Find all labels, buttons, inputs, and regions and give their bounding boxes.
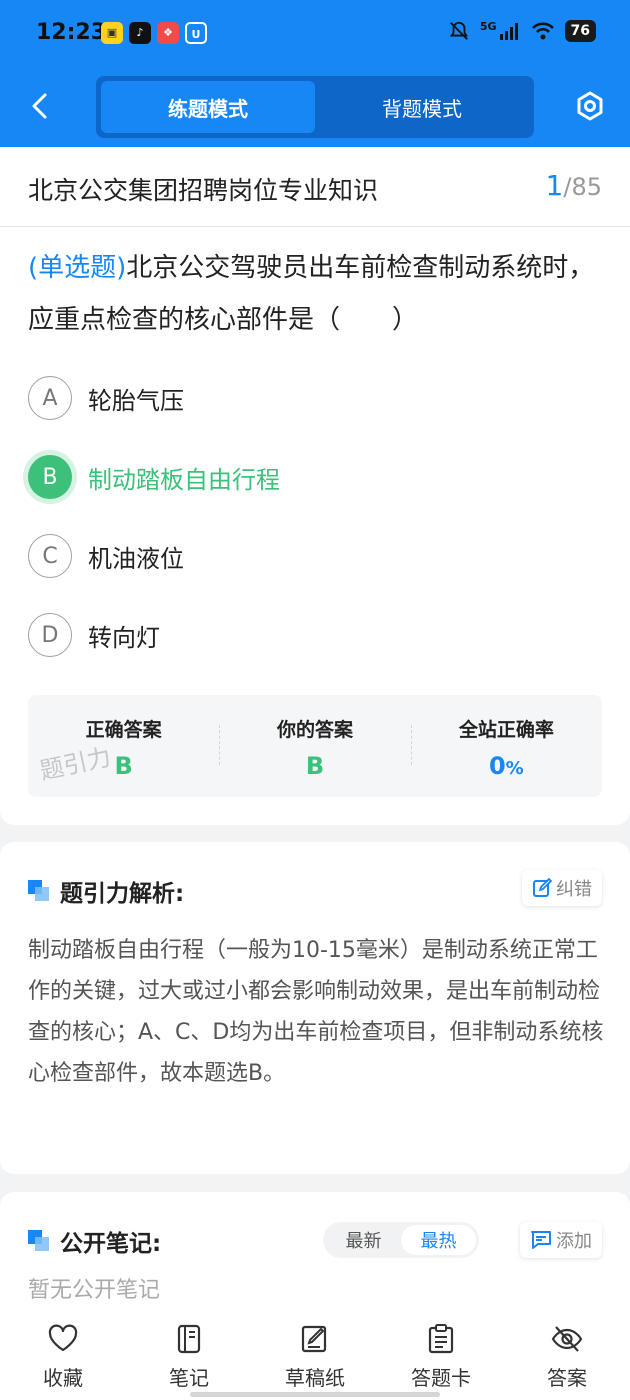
correct-answer-label: 正确答案 (85, 719, 162, 741)
notes-sort-switch: 最新 最热 (323, 1222, 479, 1258)
gear-icon (577, 91, 603, 121)
your-answer-label: 你的答案 (276, 719, 353, 741)
draft-button[interactable]: 草稿纸 (252, 1312, 378, 1400)
report-error-button[interactable]: 纠错 (522, 870, 602, 906)
mute-bell-icon (449, 21, 468, 40)
tab-memorize-mode[interactable]: 背题模式 (315, 81, 529, 133)
option-a[interactable]: A 轮胎气压 (28, 375, 588, 421)
analysis-card: 题引力解析: 纠错 制动踏板自由行程（一般为10-15毫米）是制动系统正常工作的… (0, 842, 630, 1174)
add-note-label: 添加 (556, 1231, 592, 1252)
site-accuracy-value: 0% (411, 752, 602, 780)
your-answer: 你的答案 B (219, 695, 410, 797)
option-letter: A (28, 376, 72, 420)
add-note-button[interactable]: 添加 (520, 1222, 602, 1258)
status-time: 12:23 (36, 20, 107, 45)
analysis-title: 题引力解析: (28, 874, 184, 908)
sort-hottest[interactable]: 最热 (401, 1225, 476, 1255)
signal-icon (499, 23, 518, 40)
show-answer-button[interactable]: 答案 (504, 1312, 630, 1400)
answer-sheet-button[interactable]: 答题卡 (378, 1312, 504, 1400)
notes-title-text: 公开笔记: (60, 1231, 162, 1257)
notification-icons: ▣ ♪ ❖ U (101, 22, 207, 44)
notes-label: 笔记 (169, 1366, 209, 1390)
favorite-button[interactable]: 收藏 (0, 1312, 126, 1400)
section-icon (28, 880, 50, 902)
question-type: (单选题) (28, 253, 127, 283)
site-accuracy-label: 全站正确率 (458, 719, 554, 741)
tiktok-icon: ♪ (129, 22, 151, 44)
site-accuracy: 全站正确率 0% (410, 695, 602, 797)
exam-title: 北京公交集团招聘岗位专业知识 (28, 176, 379, 205)
chevron-left-icon (32, 93, 47, 119)
heart-icon (48, 1324, 78, 1352)
option-b[interactable]: B 制动踏板自由行程 (28, 454, 588, 500)
message-icon (531, 1231, 551, 1249)
accuracy-number: 0 (488, 752, 506, 780)
analysis-text: 制动踏板自由行程（一般为10-15毫米）是制动系统正常工作的关键，过大或过小都会… (28, 938, 604, 1086)
option-d[interactable]: D 转向灯 (28, 612, 588, 658)
option-text: 轮胎气压 (88, 386, 184, 415)
app-notification-icon: U (185, 22, 207, 44)
sort-newest[interactable]: 最新 (326, 1225, 401, 1255)
mode-switch: 练题模式 背题模式 (96, 76, 534, 138)
notes-button[interactable]: 笔记 (126, 1312, 252, 1400)
option-text: 制动踏板自由行程 (88, 465, 280, 494)
bottom-toolbar: 收藏 笔记 草稿纸 答题卡 答案 (0, 1312, 630, 1400)
favorite-label: 收藏 (43, 1366, 83, 1390)
app-notification-icon: ▣ (101, 22, 123, 44)
answer-summary: 正确答案 B 你的答案 B 全站正确率 0% (28, 695, 602, 797)
option-text: 机油液位 (88, 544, 184, 573)
report-error-label: 纠错 (556, 879, 592, 900)
question-card: 北京公交集团招聘岗位专业知识 1/85 (单选题)北京公交驾驶员出车前检查制动系… (0, 147, 630, 825)
home-indicator[interactable] (190, 1392, 440, 1397)
tab-practice-mode[interactable]: 练题模式 (101, 81, 315, 133)
network-type: 5G (479, 19, 497, 33)
empty-notes-text: 暂无公开笔记 (28, 1278, 161, 1303)
option-letter: C (28, 534, 72, 578)
option-c[interactable]: C 机油液位 (28, 533, 588, 579)
question-text: (单选题)北京公交驾驶员出车前检查制动系统时，应重点检查的核心部件是（ ） (28, 242, 608, 346)
app-notification-icon: ❖ (157, 22, 179, 44)
analysis-title-text: 题引力解析: (60, 881, 185, 907)
option-letter: B (28, 455, 72, 499)
notebook-icon (177, 1324, 201, 1354)
back-button[interactable] (22, 88, 58, 124)
draft-icon (301, 1325, 327, 1353)
option-text: 转向灯 (88, 623, 160, 652)
status-indicators: 5G 76 (448, 20, 596, 42)
clipboard-icon (428, 1324, 454, 1354)
question-header: 北京公交集团招聘岗位专业知识 1/85 (0, 147, 630, 227)
nav-bar: 练题模式 背题模式 (0, 72, 630, 142)
status-bar: 12:23 ▣ ♪ ❖ U 5G 76 (0, 0, 630, 70)
eye-off-icon (551, 1326, 583, 1352)
top-bar: 12:23 ▣ ♪ ❖ U 5G 76 练题模式 背题模式 (0, 0, 630, 147)
current-question-number: 1 (545, 169, 564, 202)
battery-level: 76 (564, 20, 596, 42)
notes-title: 公开笔记: (28, 1224, 161, 1258)
edit-icon (533, 878, 552, 897)
accuracy-unit: % (505, 758, 524, 779)
total-questions: /85 (563, 173, 602, 201)
answer-sheet-label: 答题卡 (411, 1366, 471, 1390)
your-answer-value: B (305, 752, 325, 780)
notes-card: 公开笔记: 最新 最热 添加 暂无公开笔记 (0, 1192, 630, 1312)
settings-button[interactable] (572, 88, 608, 124)
draft-label: 草稿纸 (285, 1366, 345, 1390)
question-counter: 1/85 (546, 169, 602, 202)
section-icon (28, 1230, 50, 1252)
wifi-icon (531, 22, 554, 40)
show-answer-label: 答案 (547, 1366, 587, 1390)
option-letter: D (28, 613, 72, 657)
